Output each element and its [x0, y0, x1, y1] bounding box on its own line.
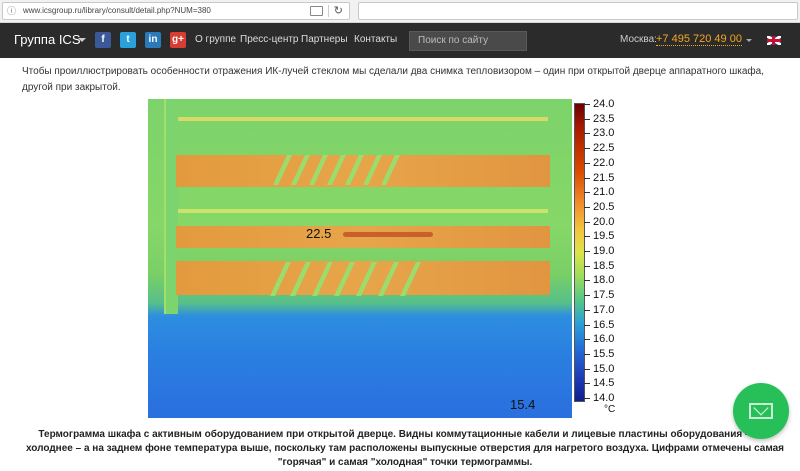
- scale-tick-label: 24.0: [593, 98, 615, 110]
- envelope-icon: [749, 403, 773, 419]
- reader-view-icon[interactable]: [310, 6, 323, 16]
- scale-tick: [584, 310, 590, 311]
- scale-tick: [584, 280, 590, 281]
- hot-point-label: 22.5: [306, 226, 332, 241]
- site-navbar: Группа ICS f t in g+ О группе Пресс-цент…: [0, 23, 800, 58]
- chevron-down-icon[interactable]: [78, 38, 86, 42]
- scale-tick-label: 21.5: [593, 172, 615, 184]
- scale-tick-label: 15.0: [593, 363, 615, 375]
- scale-tick: [584, 369, 590, 370]
- scale-tick: [584, 398, 590, 399]
- scale-tick-label: 23.0: [593, 127, 615, 139]
- scale-tick-label: 16.0: [593, 333, 615, 345]
- scale-tick-label: 14.5: [593, 377, 615, 389]
- nav-link-press[interactable]: Пресс-центр: [240, 34, 298, 45]
- scale-tick: [584, 251, 590, 252]
- scale-tick: [584, 383, 590, 384]
- scale-tick: [584, 236, 590, 237]
- scale-tick: [584, 163, 590, 164]
- phone-number[interactable]: +7 495 720 49 00: [656, 33, 742, 46]
- contact-fab-button[interactable]: [733, 383, 789, 439]
- linkedin-icon[interactable]: in: [145, 32, 161, 48]
- scale-tick: [584, 325, 590, 326]
- brand-menu[interactable]: Группа ICS: [14, 32, 81, 47]
- scale-tick-label: 14.0: [593, 392, 615, 404]
- scale-tick-label: 17.0: [593, 304, 615, 316]
- cold-point-label: 15.4: [510, 397, 536, 412]
- scale-tick: [584, 266, 590, 267]
- scale-tick-label: 20.5: [593, 201, 615, 213]
- thermogram-caption: Термограмма шкафа с активным оборудовани…: [25, 429, 785, 468]
- scale-tick: [584, 133, 590, 134]
- rack-slot: [178, 117, 548, 121]
- info-icon[interactable]: ⓘ: [7, 3, 17, 19]
- scale-tick: [584, 119, 590, 120]
- scale-tick: [584, 207, 590, 208]
- google-plus-icon[interactable]: g+: [170, 32, 186, 48]
- address-bar[interactable]: ⓘ www.icsgroup.ru/library/consult/detail…: [2, 2, 350, 20]
- scale-tick-label: 16.5: [593, 319, 615, 331]
- scale-tick: [584, 339, 590, 340]
- scale-tick-label: 20.0: [593, 216, 615, 228]
- scale-tick-label: 15.5: [593, 348, 615, 360]
- scale-tick: [584, 295, 590, 296]
- address-url[interactable]: www.icsgroup.ru/library/consult/detail.p…: [23, 3, 211, 19]
- browser-search-input[interactable]: [358, 2, 798, 20]
- nav-link-partners[interactable]: Партнеры: [301, 34, 348, 45]
- reload-icon[interactable]: ↻: [334, 3, 343, 19]
- scale-tick: [584, 222, 590, 223]
- scale-tick-label: 21.0: [593, 186, 615, 198]
- scale-tick: [584, 192, 590, 193]
- scale-tick-label: 19.5: [593, 230, 615, 242]
- city-label: Москва:: [620, 34, 657, 45]
- hot-cable: [343, 232, 433, 237]
- scale-tick-label: 18.0: [593, 274, 615, 286]
- scale-tick: [584, 354, 590, 355]
- scale-tick-label: 19.0: [593, 245, 615, 257]
- scale-tick-label: 18.5: [593, 260, 615, 272]
- scale-tick-label: 22.0: [593, 157, 615, 169]
- address-divider: [328, 5, 329, 17]
- scale-tick: [584, 178, 590, 179]
- uk-flag-icon[interactable]: [767, 36, 781, 45]
- rack-slot: [178, 209, 548, 213]
- site-search-input[interactable]: Поиск по сайту: [409, 31, 527, 51]
- scale-tick-label: 17.5: [593, 289, 615, 301]
- chevron-down-icon[interactable]: [746, 39, 752, 42]
- temperature-unit: °C: [604, 404, 616, 415]
- intro-text: Чтобы проиллюстрировать особенности отра…: [22, 66, 764, 93]
- browser-toolbar: ⓘ www.icsgroup.ru/library/consult/detail…: [0, 0, 800, 23]
- twitter-icon[interactable]: t: [120, 32, 136, 48]
- nav-link-about[interactable]: О группе: [195, 34, 236, 45]
- scale-tick-label: 23.5: [593, 113, 615, 125]
- scale-tick: [584, 148, 590, 149]
- scale-tick-label: 22.5: [593, 142, 615, 154]
- nav-link-contacts[interactable]: Контакты: [354, 34, 397, 45]
- scale-tick: [584, 104, 590, 105]
- hot-band: [176, 226, 550, 248]
- thermogram-image: 22.5 15.4: [148, 99, 572, 418]
- facebook-icon[interactable]: f: [95, 32, 111, 48]
